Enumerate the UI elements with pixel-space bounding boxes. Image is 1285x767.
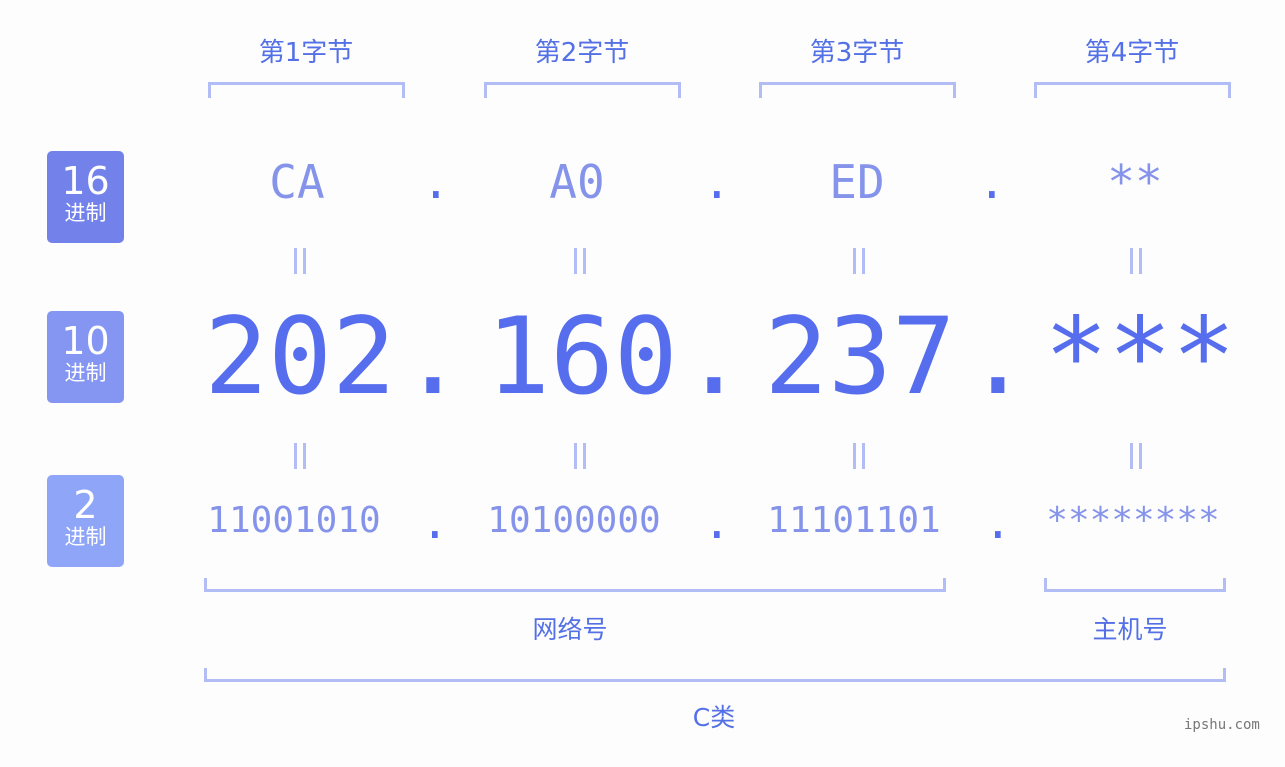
bin-separator-1: . bbox=[421, 495, 449, 549]
hex-badge-label: 进制 bbox=[64, 201, 107, 225]
watermark: ipshu.com bbox=[1184, 717, 1260, 733]
byte-header-4: 第4字节 bbox=[1084, 38, 1180, 68]
dec-separator-1: . bbox=[401, 295, 465, 418]
dec-byte-2: 160 bbox=[486, 295, 678, 418]
dec-byte-1: 202 bbox=[204, 295, 396, 418]
byte-bracket-3 bbox=[759, 82, 956, 98]
class-label: C类 bbox=[692, 703, 736, 732]
hex-byte-3: ED bbox=[829, 155, 885, 209]
dec-byte-4: *** bbox=[1044, 295, 1236, 418]
bin-byte-2: 10100000 bbox=[487, 500, 661, 541]
network-label: 网络号 bbox=[532, 615, 608, 644]
host-bracket bbox=[1044, 578, 1226, 592]
hex-separator-1: . bbox=[422, 155, 450, 209]
equals-icon bbox=[570, 248, 590, 274]
host-label: 主机号 bbox=[1092, 615, 1168, 644]
hex-badge-number: 16 bbox=[61, 159, 110, 203]
dec-separator-3: . bbox=[966, 295, 1030, 418]
network-bracket bbox=[204, 578, 946, 592]
hex-byte-1: CA bbox=[269, 155, 325, 209]
dec-badge-number: 10 bbox=[61, 319, 110, 363]
hex-byte-4: ** bbox=[1107, 155, 1163, 209]
dec-badge: 10 进制 bbox=[47, 311, 124, 403]
bin-badge: 2 进制 bbox=[47, 475, 124, 567]
bin-byte-1: 11001010 bbox=[207, 500, 381, 541]
bin-separator-2: . bbox=[703, 495, 731, 549]
class-bracket bbox=[204, 668, 1226, 682]
byte-header-3: 第3字节 bbox=[809, 38, 905, 68]
equals-icon bbox=[849, 443, 869, 469]
equals-icon bbox=[1126, 248, 1146, 274]
dec-badge-label: 进制 bbox=[64, 361, 107, 385]
hex-byte-2: A0 bbox=[549, 155, 605, 209]
equals-icon bbox=[290, 248, 310, 274]
bin-badge-number: 2 bbox=[73, 483, 98, 527]
dec-byte-3: 237 bbox=[764, 295, 956, 418]
equals-icon bbox=[290, 443, 310, 469]
bin-byte-3: 11101101 bbox=[767, 500, 941, 541]
bin-separator-3: . bbox=[984, 495, 1012, 549]
equals-icon bbox=[1126, 443, 1146, 469]
equals-icon bbox=[570, 443, 590, 469]
byte-bracket-1 bbox=[208, 82, 405, 98]
byte-header-2: 第2字节 bbox=[534, 38, 630, 68]
byte-bracket-4 bbox=[1034, 82, 1231, 98]
hex-badge: 16 进制 bbox=[47, 151, 124, 243]
byte-header-1: 第1字节 bbox=[258, 38, 354, 68]
bin-byte-4: ******** bbox=[1046, 500, 1220, 541]
bin-badge-label: 进制 bbox=[64, 525, 107, 549]
hex-separator-2: . bbox=[703, 155, 731, 209]
hex-separator-3: . bbox=[978, 155, 1006, 209]
equals-icon bbox=[849, 248, 869, 274]
byte-bracket-2 bbox=[484, 82, 681, 98]
dec-separator-2: . bbox=[682, 295, 746, 418]
